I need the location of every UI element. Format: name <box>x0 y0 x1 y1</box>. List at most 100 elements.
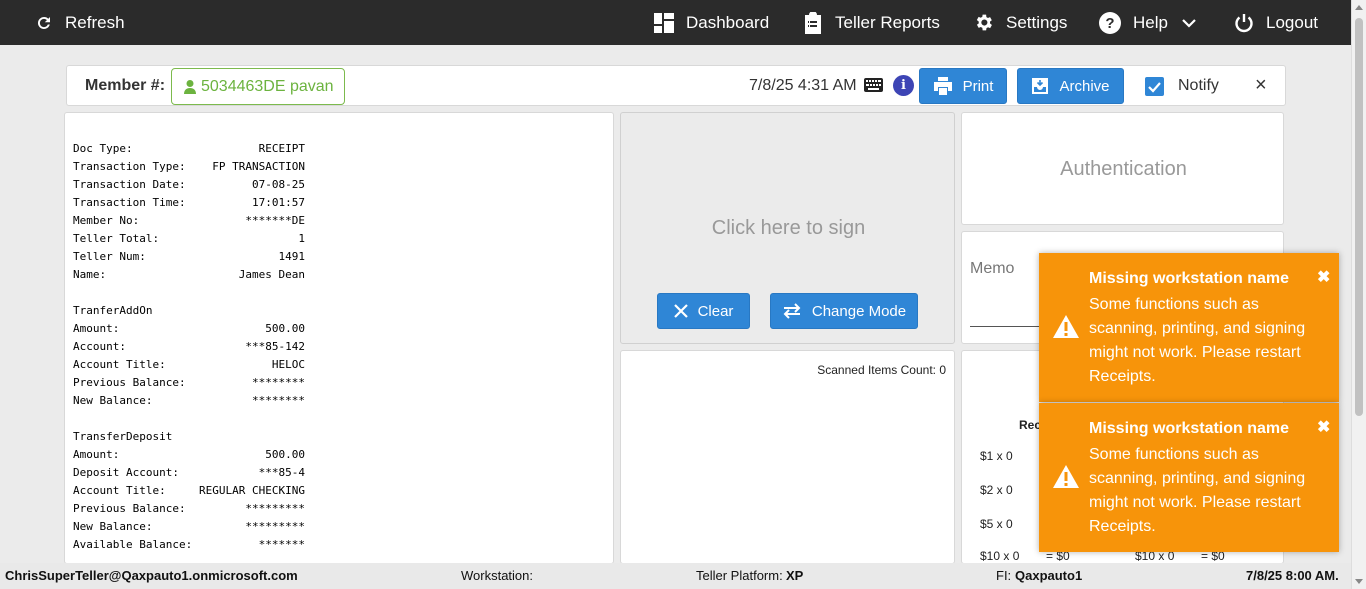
chevron-down-icon <box>1182 18 1196 28</box>
receipt-value: REGULAR CHECKING <box>199 484 305 497</box>
print-button[interactable]: Print <box>919 68 1007 104</box>
page-scrollbar[interactable] <box>1351 0 1366 589</box>
archive-button[interactable]: Archive <box>1017 68 1124 104</box>
nav-logout[interactable]: Logout <box>1234 0 1318 45</box>
nav-help[interactable]: ? Help <box>1099 0 1196 45</box>
toast-title: Missing workstation name <box>1089 420 1290 437</box>
receipt-line: Member No: *******DE <box>73 212 305 230</box>
denom-row: $5 x 0 <box>980 517 1013 531</box>
receipt-value: HELOC <box>271 358 305 371</box>
receipt-line: Teller Total: 1 <box>73 230 305 248</box>
session-datetime: 7/8/25 4:31 AM <box>749 77 857 94</box>
scroll-down-arrow[interactable] <box>1355 579 1363 584</box>
member-id: 5034463DE pavan <box>201 77 334 95</box>
receipt-value: 17:01:57 <box>252 196 305 209</box>
receipt-key: Transaction Time: <box>73 196 186 209</box>
warning-icon <box>1053 315 1079 338</box>
nav-dashboard[interactable]: Dashboard <box>654 0 769 45</box>
receipt-value: *******DE <box>245 214 305 227</box>
refresh-label: Refresh <box>65 12 125 32</box>
receipt-value: ******* <box>258 538 305 551</box>
receipt-value: 500.00 <box>265 322 305 335</box>
checkmark-icon <box>1148 82 1161 93</box>
signature-pad[interactable]: Click here to sign Clear Change Mode <box>620 112 955 344</box>
receipt-line: Account Title: REGULAR CHECKING <box>73 482 305 500</box>
receipt-key: Transaction Date: <box>73 178 186 191</box>
close-member-button[interactable]: × <box>1255 75 1267 95</box>
gear-icon <box>976 14 992 31</box>
question-circle-icon: ? <box>1099 11 1121 34</box>
status-footer: ChrisSuperTeller@Qaxpauto1.onmicrosoft.c… <box>0 563 1351 589</box>
receipt-spacer <box>73 284 305 302</box>
receipt-line: Teller Num: 1491 <box>73 248 305 266</box>
receipt-key: New Balance: <box>73 394 153 407</box>
receipt-line: Available Balance: ******* <box>73 536 305 554</box>
receipt-panel: Doc Type: RECEIPT Transaction Type: FP TRA… <box>64 112 614 564</box>
denom-row: $1 x 0 <box>980 449 1013 463</box>
notify-checkbox[interactable] <box>1145 77 1164 96</box>
member-number-label: Member #: <box>85 77 166 94</box>
info-icon[interactable]: i <box>893 75 914 96</box>
swap-icon <box>783 303 801 319</box>
archive-label: Archive <box>1059 77 1110 95</box>
footer-platform-label: Teller Platform: <box>696 568 783 583</box>
archive-icon <box>1032 78 1049 94</box>
receipt-value: ********* <box>245 520 305 533</box>
receipt-content: Doc Type: RECEIPT Transaction Type: FP TRA… <box>73 140 305 554</box>
receipt-key: Account Title: <box>73 358 166 371</box>
receipt-value: ******** <box>252 394 305 407</box>
receipt-key: Previous Balance: <box>73 376 186 389</box>
receipt-key: Deposit Account: <box>73 466 179 479</box>
receipt-line: Deposit Account: ***85-4 <box>73 464 305 482</box>
denom-row: $2 x 0 <box>980 483 1013 497</box>
receipt-value: ***85-4 <box>258 466 305 479</box>
receipt-value: 1 <box>298 232 305 245</box>
nav-teller-reports[interactable]: Teller Reports <box>803 0 940 45</box>
sign-prompt: Click here to sign <box>711 217 866 239</box>
receipt-value: 07-08-25 <box>252 178 305 191</box>
toast-close-button[interactable]: ✖ <box>1317 417 1330 437</box>
denom-cell: $10 x 0 <box>980 549 1020 563</box>
clipboard-icon <box>805 11 821 34</box>
footer-workstation-label: Workstation: <box>461 568 534 583</box>
receipt-value: FP TRANSACTION <box>212 160 305 173</box>
receipt-line: Amount: 500.00 <box>73 320 305 338</box>
print-label: Print <box>962 77 994 95</box>
scroll-thumb[interactable] <box>1355 18 1363 416</box>
receipt-key: New Balance: <box>73 520 153 533</box>
help-label: Help <box>1133 12 1168 32</box>
logout-label: Logout <box>1266 12 1318 32</box>
scanned-items-count: Scanned Items Count: 0 <box>817 363 946 377</box>
authentication-panel[interactable]: Authentication <box>961 112 1284 225</box>
receipt-line: New Balance: ******** <box>73 392 305 410</box>
user-icon <box>184 79 196 94</box>
refresh-button[interactable]: Refresh <box>35 0 125 45</box>
receipt-line: Name: James Dean <box>73 266 305 284</box>
toast-warning: Missing workstation name Some functions … <box>1039 403 1339 552</box>
receipt-line: Transaction Type: FP TRANSACTION <box>73 158 305 176</box>
receipt-line: New Balance: ********* <box>73 518 305 536</box>
footer-user: ChrisSuperTeller@Qaxpauto1.onmicrosoft.c… <box>5 568 298 583</box>
receipt-key: Teller Total: <box>73 232 160 245</box>
change-mode-button[interactable]: Change Mode <box>770 293 918 329</box>
toast-close-button[interactable]: ✖ <box>1317 267 1330 287</box>
receipt-section-title: TransferDeposit <box>73 428 305 446</box>
clear-signature-button[interactable]: Clear <box>657 293 750 329</box>
dashboard-label: Dashboard <box>686 12 770 32</box>
change-mode-label: Change Mode <box>811 302 907 320</box>
receipt-key: Available Balance: <box>73 538 193 551</box>
receipt-value: ********* <box>245 502 305 515</box>
nav-settings[interactable]: Settings <box>973 0 1067 45</box>
receipt-spacer <box>73 410 305 428</box>
receipt-line: Amount: 500.00 <box>73 446 305 464</box>
cash-title: Rec <box>1019 418 1042 432</box>
receipt-key: Previous Balance: <box>73 502 186 515</box>
authentication-label: Authentication <box>1060 158 1187 180</box>
settings-label: Settings <box>1006 12 1068 32</box>
receipt-key: Teller Num: <box>73 250 146 263</box>
keyboard-icon[interactable] <box>864 78 883 92</box>
power-icon <box>1235 13 1253 32</box>
scroll-up-arrow[interactable] <box>1355 5 1363 10</box>
member-chip[interactable]: 5034463DE pavan <box>171 68 345 105</box>
dashboard-icon <box>654 12 674 33</box>
